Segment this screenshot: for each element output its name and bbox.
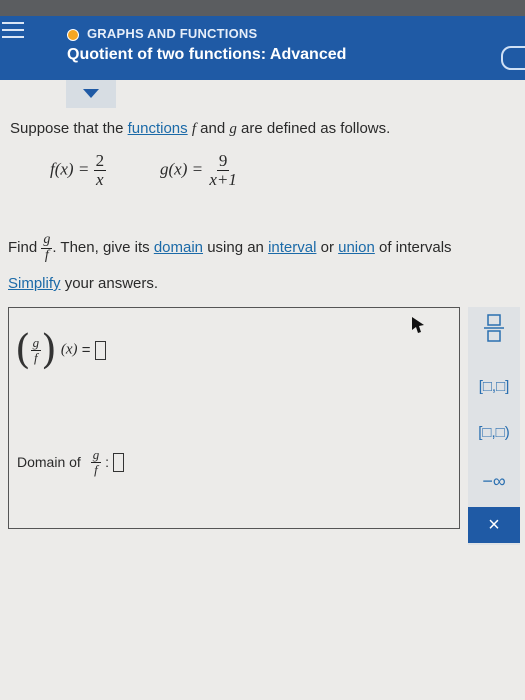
f-lhs: f(x) = xyxy=(50,159,90,179)
of-x: (x) xyxy=(60,341,78,358)
or-text: or xyxy=(320,239,334,257)
side-panel-toggle[interactable] xyxy=(501,46,525,70)
left-paren: ( xyxy=(15,327,31,373)
quotient-denominator: f xyxy=(34,349,38,365)
math-keypad: [□,□] [□,□) −∞ × xyxy=(468,307,520,545)
topic-status-icon xyxy=(67,29,79,41)
answer-area: ( g f ) (x) = Domain of g f : xyxy=(8,307,460,529)
domain-answer-row: Domain of g f : xyxy=(17,448,124,476)
category-label: GRAPHS AND FUNCTIONS xyxy=(87,26,258,41)
quotient-fraction: g f xyxy=(30,334,42,365)
mouse-pointer-icon xyxy=(412,317,424,333)
find-numerator: g xyxy=(41,232,53,249)
collapse-toggle[interactable] xyxy=(66,80,116,108)
domain-denominator: f xyxy=(94,461,98,477)
find-line: Find g f . Then, give its domain using a… xyxy=(8,232,452,263)
find-fraction: g f xyxy=(41,232,53,263)
using-text: using an xyxy=(207,239,264,257)
simplify-link[interactable]: Simplify xyxy=(8,275,61,292)
quotient-input[interactable] xyxy=(94,340,106,360)
f-definition: f(x) = 2 x xyxy=(50,151,107,189)
functions-link[interactable]: functions xyxy=(128,120,188,137)
browser-top-bar xyxy=(0,0,525,16)
g-definition: g(x) = 9 x+1 xyxy=(160,152,239,189)
closed-interval-key[interactable]: [□,□] xyxy=(468,367,520,405)
interval-link[interactable]: interval xyxy=(268,239,316,256)
domain-link[interactable]: domain xyxy=(154,239,203,256)
domain-fraction: g f xyxy=(90,447,102,477)
simplify-text: your answers. xyxy=(64,275,159,292)
g-lhs: g(x) = xyxy=(160,159,204,179)
chevron-down-icon xyxy=(83,89,99,98)
g-numerator: 9 xyxy=(216,151,230,171)
negative-infinity-key[interactable]: −∞ xyxy=(468,462,520,500)
f-denominator: x xyxy=(96,169,104,189)
domain-numerator: g xyxy=(90,447,102,463)
find-prefix: Find xyxy=(8,239,38,257)
quotient-answer-row: ( g f ) (x) = xyxy=(15,330,106,370)
page-title: Quotient of two functions: Advanced xyxy=(67,46,347,63)
domain-input[interactable] xyxy=(112,452,124,472)
f-symbol: f xyxy=(191,121,196,137)
f-fraction: 2 x xyxy=(93,151,107,189)
half-open-interval-key[interactable]: [□,□) xyxy=(468,413,520,451)
fraction-icon xyxy=(484,314,504,342)
find-text: . Then, give its xyxy=(52,239,150,257)
quotient-numerator: g xyxy=(30,334,42,351)
g-symbol: g xyxy=(229,121,237,137)
find-denominator: f xyxy=(44,247,49,263)
right-paren: ) xyxy=(41,327,57,373)
of-intervals-text: of intervals xyxy=(379,239,452,257)
intro-suffix: are defined as follows. xyxy=(241,120,391,137)
g-fraction: 9 x+1 xyxy=(207,152,239,189)
intro-prefix: Suppose that the xyxy=(10,120,124,137)
and-text: and xyxy=(200,120,226,137)
fraction-key[interactable] xyxy=(468,309,520,347)
menu-icon[interactable] xyxy=(2,22,24,40)
close-keypad-button[interactable]: × xyxy=(468,507,520,543)
intro-line: Suppose that the functions f and g are d… xyxy=(10,120,390,138)
f-numerator: 2 xyxy=(93,151,107,171)
domain-label: Domain of xyxy=(17,454,81,471)
g-denominator: x+1 xyxy=(209,169,237,189)
domain-colon: : xyxy=(105,454,109,471)
equals-sign: = xyxy=(81,341,91,359)
union-link[interactable]: union xyxy=(338,239,375,256)
simplify-line: Simplify your answers. xyxy=(8,275,158,292)
